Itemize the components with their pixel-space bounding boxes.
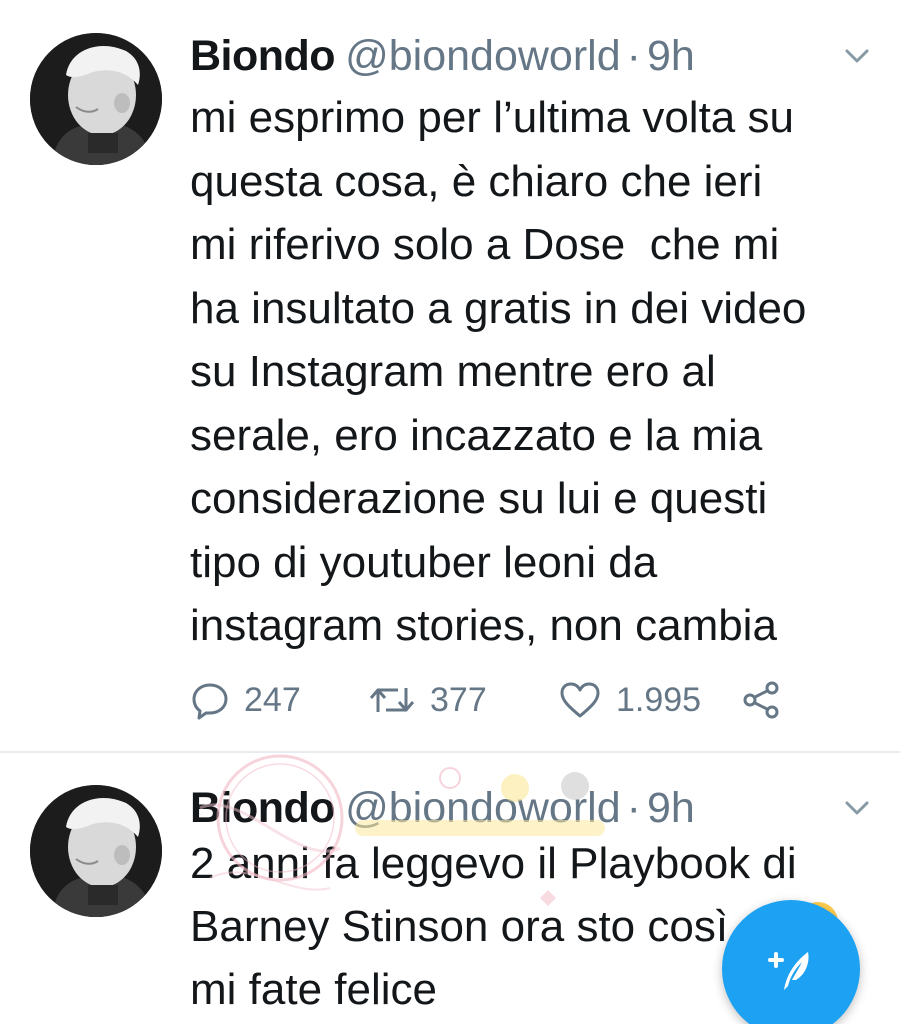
author-handle[interactable]: @biondoworld bbox=[345, 784, 621, 832]
tweet-text: mi esprimo per l’ultima volta su questa … bbox=[190, 86, 880, 658]
retweet-icon bbox=[369, 688, 415, 712]
chevron-down-icon[interactable] bbox=[842, 796, 872, 820]
author-name[interactable]: Biondo bbox=[190, 784, 336, 832]
chevron-down-icon[interactable] bbox=[842, 44, 872, 68]
heart-icon bbox=[560, 682, 600, 718]
retweet-count: 377 bbox=[430, 680, 487, 719]
tweet-text-line: mi fate felice bbox=[190, 965, 437, 1014]
timestamp[interactable]: 9h bbox=[647, 784, 695, 832]
tweet-text-line: instagram stories, non cambia bbox=[190, 601, 777, 650]
compose-tweet-icon bbox=[768, 952, 809, 990]
tweet-text-line: ha insultato a gratis in dei video bbox=[190, 283, 807, 333]
avatar[interactable] bbox=[30, 785, 162, 917]
tweet-text-line: questa cosa, è chiaro che ieri bbox=[190, 156, 763, 206]
tweet-header: Biondo @biondoworld · 9h bbox=[190, 780, 695, 836]
separator: · bbox=[626, 784, 641, 832]
author-handle[interactable]: @biondoworld bbox=[345, 32, 621, 80]
reply-button[interactable]: 247 bbox=[190, 672, 301, 728]
tweet-header: Biondo @biondoworld · 9h bbox=[190, 28, 695, 84]
timeline: Biondo @biondoworld · 9h mi esprimo per l’u… bbox=[0, 0, 900, 1024]
tweet-text-line: Barney Stinson ora sto così bbox=[190, 902, 729, 951]
tweet-text-line: su Instagram mentre ero al bbox=[190, 347, 716, 396]
timestamp[interactable]: 9h bbox=[647, 32, 695, 80]
author-name[interactable]: Biondo bbox=[190, 32, 336, 80]
retweet-button[interactable]: 377 bbox=[368, 672, 487, 728]
tweet-text-line: tipo di youtuber leoni da bbox=[190, 537, 658, 587]
tweet-text-line: considerazione su lui e questi bbox=[190, 474, 768, 523]
tweet-text-line: mi esprimo per l’ultima volta su bbox=[190, 93, 794, 142]
tweet-actions: 247 377 1.995 bbox=[190, 672, 880, 728]
tweet-text-line: 2 anni fa leggevo il Playbook di bbox=[190, 839, 797, 888]
share-button[interactable] bbox=[740, 672, 784, 728]
avatar[interactable] bbox=[30, 33, 162, 165]
tweet[interactable]: Biondo @biondoworld · 9h mi esprimo per l’u… bbox=[0, 0, 900, 752]
reply-count: 247 bbox=[244, 680, 301, 719]
share-icon bbox=[743, 681, 779, 719]
like-count: 1.995 bbox=[616, 680, 702, 719]
reply-icon bbox=[192, 683, 228, 720]
tweet-text-line: mi riferivo solo a Dose che mi bbox=[190, 220, 780, 269]
tweet-text-line: serale, ero incazzato e la mia bbox=[190, 410, 763, 460]
like-button[interactable]: 1.995 bbox=[558, 672, 701, 728]
separator: · bbox=[626, 32, 641, 80]
